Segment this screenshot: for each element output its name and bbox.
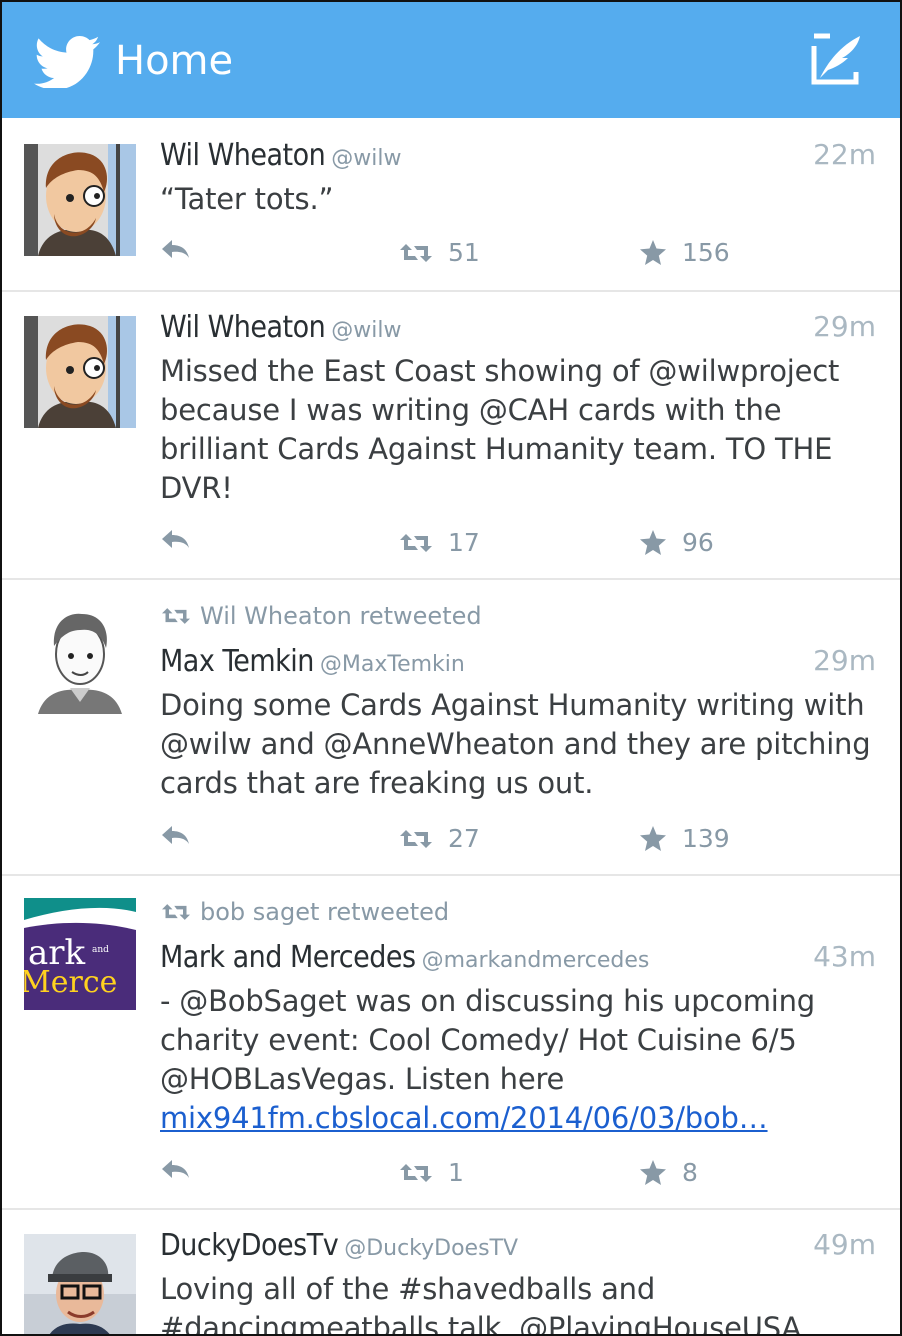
tweet-header: Wil Wheaton @wilw (160, 138, 876, 173)
retweet-icon (162, 904, 190, 920)
author-handle[interactable]: @wilw (331, 318, 401, 343)
tweet[interactable]: Wil Wheaton retweeted Max Temkin @MaxTemk… (2, 580, 900, 876)
tweet[interactable]: Wil Wheaton @wilw 22m “Tater tots.” 51 15… (2, 118, 900, 292)
tweet-header: Wil Wheaton @wilw (160, 310, 876, 345)
tweet-time: 29m (813, 644, 876, 677)
retweeted-by-text[interactable]: Wil Wheaton retweeted (200, 602, 482, 630)
retweeted-by-text[interactable]: bob saget retweeted (200, 898, 449, 926)
tweet-header: DuckyDoesTv @DuckyDoesTV (160, 1228, 876, 1263)
retweeted-by-line: Wil Wheaton retweeted (162, 602, 482, 630)
favorite-button[interactable]: 139 (640, 824, 730, 853)
author-handle[interactable]: @markandmercedes (422, 948, 650, 973)
reply-button[interactable] (160, 824, 190, 846)
tweet-time: 29m (813, 310, 876, 343)
star-icon (640, 826, 666, 851)
reply-icon (162, 530, 189, 548)
tweet-header: Max Temkin @MaxTemkin (160, 644, 876, 679)
twitter-bird-icon[interactable] (34, 36, 100, 88)
retweet-icon (400, 533, 432, 552)
tweet[interactable]: ark and Merce bob saget retweeted Mark a… (2, 876, 900, 1210)
tweet-actions: 27 139 (160, 824, 760, 854)
star-icon (640, 530, 666, 555)
retweet-icon (400, 829, 432, 848)
author-handle[interactable]: @MaxTemkin (320, 652, 465, 677)
retweet-count: 51 (448, 238, 480, 267)
author-handle[interactable]: @wilw (331, 146, 401, 171)
retweet-icon (162, 608, 190, 624)
favorite-count: 156 (682, 238, 730, 267)
retweet-button[interactable]: 17 (400, 528, 480, 557)
tweet-text: “Tater tots.” (160, 182, 334, 216)
tweet-link[interactable]: mix941fm.cbslocal.com/2014/06/03/bob… (160, 1101, 768, 1135)
author-name[interactable]: Mark and Mercedes (160, 940, 416, 975)
author-name[interactable]: DuckyDoesTv (160, 1228, 339, 1263)
favorite-count: 139 (682, 824, 730, 853)
tweet-text-body: - @BobSaget was on discussing his upcomi… (160, 984, 816, 1096)
avatar[interactable]: ark and Merce (24, 898, 136, 1010)
tweet[interactable]: DuckyDoesTv @DuckyDoesTV 49m Loving all o… (2, 1210, 900, 1336)
author-name[interactable]: Wil Wheaton (160, 310, 326, 345)
author-handle[interactable]: @DuckyDoesTV (344, 1236, 518, 1261)
tweet-time: 22m (813, 138, 876, 171)
avatar-logo-text: and (92, 945, 109, 955)
favorite-count: 96 (682, 528, 714, 557)
star-icon (640, 1160, 666, 1185)
favorite-count: 8 (682, 1158, 698, 1187)
reply-button[interactable] (160, 1158, 190, 1180)
author-name[interactable]: Max Temkin (160, 644, 314, 679)
avatar[interactable] (24, 316, 136, 428)
reply-button[interactable] (160, 238, 190, 260)
retweet-icon (400, 243, 432, 262)
tweet-time: 43m (813, 940, 876, 973)
compose-tweet-icon[interactable] (810, 32, 864, 86)
page-title: Home (115, 38, 234, 84)
retweeted-by-line: bob saget retweeted (162, 898, 449, 926)
reply-icon (162, 240, 189, 258)
retweet-count: 1 (448, 1158, 464, 1187)
tweet-text: - @BobSaget was on discussing his upcomi… (160, 982, 880, 1138)
tweet-text: Loving all of the #shavedballs and #danc… (160, 1272, 802, 1336)
tweet-time: 49m (813, 1228, 876, 1261)
avatar-logo-text: Merce (24, 965, 117, 1000)
author-name[interactable]: Wil Wheaton (160, 138, 326, 173)
reply-icon (162, 826, 189, 844)
avatar[interactable] (24, 602, 136, 714)
reply-icon (162, 1160, 189, 1178)
top-bar: Home (2, 2, 900, 118)
tweet-actions: 17 96 (160, 528, 760, 558)
tweet-text: Doing some Cards Against Humanity writin… (160, 688, 871, 800)
tweet-actions: 1 8 (160, 1158, 760, 1188)
tweet-text: Missed the East Coast showing of @wilwpr… (160, 354, 840, 505)
avatar[interactable] (24, 144, 136, 256)
tweet-header: Mark and Mercedes @markandmercedes (160, 940, 876, 975)
retweet-icon (400, 1163, 432, 1182)
favorite-button[interactable]: 8 (640, 1158, 698, 1187)
retweet-button[interactable]: 1 (400, 1158, 464, 1187)
favorite-button[interactable]: 156 (640, 238, 730, 267)
retweet-button[interactable]: 27 (400, 824, 480, 853)
retweet-button[interactable]: 51 (400, 238, 480, 267)
favorite-button[interactable]: 96 (640, 528, 714, 557)
retweet-count: 27 (448, 824, 480, 853)
tweet[interactable]: Wil Wheaton @wilw 29m Missed the East Coa… (2, 292, 900, 580)
app-frame: Home Wil Wheaton@wilw 22m “Tater tots.” (0, 0, 902, 1336)
tweet-actions: 51 156 (160, 238, 760, 268)
star-icon (640, 240, 666, 265)
retweet-count: 17 (448, 528, 480, 557)
reply-button[interactable] (160, 528, 190, 550)
avatar[interactable] (24, 1234, 136, 1336)
